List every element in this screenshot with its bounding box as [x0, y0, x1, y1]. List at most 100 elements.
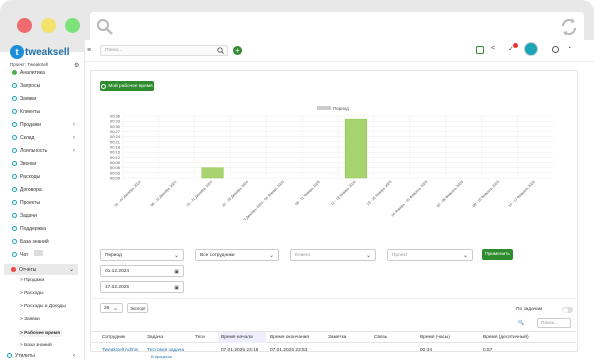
client-select-value: Клиент — [295, 253, 311, 258]
apply-button[interactable]: Применить — [482, 249, 513, 260]
sidebar-item-9[interactable]: Договора — [0, 183, 85, 196]
logo-mark-icon: t — [10, 45, 24, 59]
chevron-left-icon: ‹ — [73, 352, 75, 359]
table-cell-4: 07.01.2025 23:53 — [270, 348, 308, 353]
x-tick-label: 05 - 11 Январь 2025 — [294, 180, 320, 206]
sidebar-subitem-4[interactable]: > Рабочее время — [18, 330, 62, 337]
page-size-select[interactable]: 25 ⌄ — [100, 303, 123, 313]
clock-icon[interactable] — [552, 46, 559, 53]
nav-item-icon — [12, 213, 17, 218]
column-header-1[interactable]: Задача — [147, 335, 163, 340]
my-time-button-label: Мой рабочее время — [108, 83, 153, 89]
sidebar-subitem-2[interactable]: > Расходы и Доходы — [20, 304, 66, 309]
by-task-label: По задачам — [516, 307, 543, 312]
reload-icon[interactable] — [560, 17, 578, 37]
sidebar-item-reports[interactable]: Отчеты ⌄ — [4, 264, 78, 275]
nav-item-icon — [12, 135, 17, 140]
search-icon[interactable] — [217, 47, 224, 54]
by-task-toggle[interactable] — [562, 307, 573, 313]
table-cell-1[interactable]: Тестовая задача — [147, 348, 184, 353]
sidebar-item-1[interactable]: Запросы — [0, 79, 85, 92]
x-tick-label: 16 - 17 Февраль 2025 — [508, 180, 536, 208]
column-header-3[interactable]: Время начала — [221, 335, 253, 340]
period-select[interactable]: Период ⌄ — [100, 249, 184, 261]
date-from-input[interactable]: 01.12.2024 ▣ — [100, 265, 184, 277]
sidebar-item-label: Чат — [20, 251, 29, 258]
chat-badge — [34, 250, 43, 256]
sidebar-item-10[interactable]: Проекты — [0, 196, 85, 209]
utilities-icon — [7, 353, 12, 358]
my-time-button[interactable]: Мой рабочее время — [100, 81, 154, 91]
sidebar-subitem-5[interactable]: > База знаний — [20, 343, 52, 348]
sidebar-item-label: Запросы — [20, 82, 41, 89]
close-window-button[interactable] — [17, 18, 32, 33]
sidebar-subitem-1[interactable]: > Расходы — [20, 291, 43, 296]
time-chart: Период00:3600:3300:3000:2700:2400:2100:1… — [110, 106, 553, 220]
sidebar-item-label: Аналитика — [20, 69, 45, 76]
table-cell-7: 00:34 — [420, 348, 433, 353]
search-icon — [96, 18, 113, 35]
table-cell-0[interactable]: TweakSell Admin — [102, 348, 139, 353]
sidebar-item-label: Лояльность — [20, 147, 48, 154]
chevron-down-icon: ⌄ — [365, 253, 371, 259]
notification-badge — [513, 43, 518, 48]
sidebar-item-13[interactable]: База знаний — [0, 235, 85, 248]
chevron-down-icon: ⌄ — [462, 253, 468, 259]
column-header-7[interactable]: Время (часы) — [420, 335, 450, 340]
column-header-6[interactable]: Связь — [374, 335, 387, 340]
sidebar-subitem-3[interactable]: > Заявки — [20, 317, 40, 322]
sidebar-toggle-icon[interactable]: ≡ — [87, 47, 91, 54]
sidebar-item-12[interactable]: Поддержка — [0, 222, 85, 235]
column-header-8[interactable]: Время (десятичный) — [483, 335, 529, 340]
sidebar-item-11[interactable]: Задачи — [0, 209, 85, 222]
client-select[interactable]: Клиент ⌄ — [290, 249, 376, 261]
sidebar-item-4[interactable]: Продажи ‹ — [0, 118, 85, 131]
nav-item-icon — [12, 148, 17, 153]
sidebar-item-label: Расходы — [20, 173, 41, 180]
sidebar-item-5[interactable]: Склад ‹ — [0, 131, 85, 144]
sidebar-item-0[interactable]: Аналитика — [0, 66, 85, 79]
sidebar-item-7[interactable]: Звонки — [0, 157, 85, 170]
maximize-window-button[interactable] — [65, 18, 80, 33]
sidebar-item-label: Клиенты — [20, 108, 41, 115]
sidebar-item-2[interactable]: Заявки — [0, 92, 85, 105]
bell-icon[interactable]: ◔ — [567, 45, 571, 52]
column-header-4[interactable]: Время окончания — [270, 335, 309, 340]
date-to-input[interactable]: 17.02.2025 ▣ — [100, 281, 184, 293]
export-button[interactable]: Экспорт — [127, 303, 148, 313]
employees-select[interactable]: Все сотрудники ⌄ — [195, 249, 279, 261]
column-header-0[interactable]: Сотрудник — [102, 335, 125, 340]
search-input[interactable]: Поиск... — [100, 45, 228, 56]
sidebar-item-8[interactable]: Расходы — [0, 170, 85, 183]
whatsapp-icon[interactable] — [476, 46, 484, 54]
page-size-value: 25 — [104, 306, 110, 311]
column-header-5[interactable]: Заметка — [328, 335, 346, 340]
x-tick-label: 12 - 18 Январь 2025 — [330, 180, 357, 207]
nav-item-icon — [12, 252, 17, 257]
minimize-window-button[interactable] — [41, 18, 56, 33]
share-icon[interactable]: < — [491, 45, 495, 52]
avatar[interactable] — [524, 42, 538, 56]
sidebar-item-utilities[interactable]: Утилиты ‹ — [0, 350, 85, 360]
sidebar-item-6[interactable]: Лояльность ‹ — [0, 144, 85, 157]
sidebar-item-label: Звонки — [20, 160, 37, 167]
project-select[interactable]: Проект ⌄ — [387, 249, 473, 261]
x-tick-label: 15 - 21 Декабрь 2024 — [186, 180, 214, 208]
table-search-input[interactable]: Поиск... — [537, 318, 571, 328]
panel-divider — [92, 298, 576, 299]
calendar-icon[interactable]: ▣ — [174, 269, 179, 275]
sidebar-item-label: База знаний — [20, 238, 49, 245]
add-button[interactable]: + — [233, 46, 242, 55]
nav-item-icon — [12, 187, 17, 192]
sidebar: t tweaksell Проект: TweakSell ⚙ Аналитик… — [0, 45, 85, 360]
sidebar-subitem-0[interactable]: > Продажи — [20, 278, 44, 283]
column-header-2[interactable]: Теги — [195, 335, 205, 340]
x-tick-label: 01 - 07 Декабрь 2024 — [114, 180, 142, 208]
sidebar-item-3[interactable]: Клиенты — [0, 105, 85, 118]
address-bar[interactable] — [90, 12, 584, 42]
sidebar-item-label: Договора — [20, 186, 42, 193]
date-to-value: 17.02.2025 — [105, 285, 130, 290]
calendar-icon[interactable]: ▣ — [174, 285, 179, 291]
logo: t tweaksell — [10, 44, 69, 60]
period-select-value: Период — [105, 253, 122, 258]
